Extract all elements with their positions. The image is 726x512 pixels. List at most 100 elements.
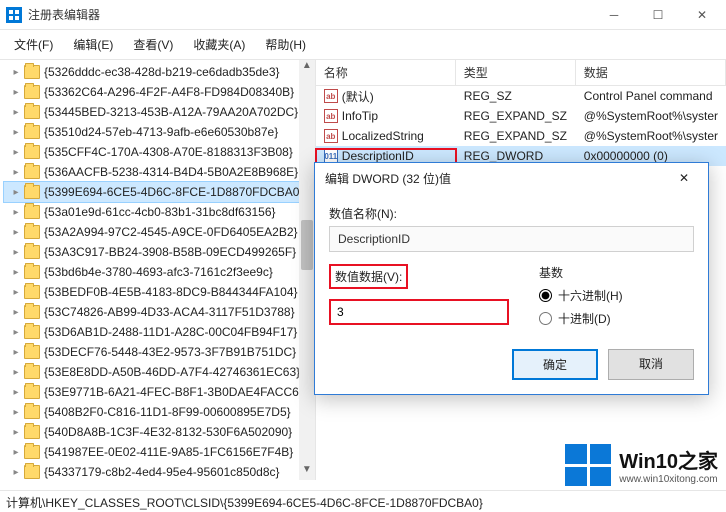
list-row[interactable]: abInfoTipREG_EXPAND_SZ@%SystemRoot%\syst… bbox=[316, 106, 726, 126]
minimize-button[interactable]: ─ bbox=[592, 1, 636, 29]
expander-icon[interactable]: ▸ bbox=[10, 66, 22, 78]
tree-item[interactable]: ▸ {541987EE-0E02-411E-9A85-1FC6156E7F4B} bbox=[4, 442, 315, 462]
tree-item[interactable]: ▸ {53510d24-57eb-4713-9afb-e6e60530b87e} bbox=[4, 122, 315, 142]
tree-item-label: {53362C64-A296-4F2F-A4F8-FD984D08340B} bbox=[44, 85, 294, 99]
folder-icon bbox=[24, 125, 40, 139]
expander-icon[interactable]: ▸ bbox=[10, 126, 22, 138]
value-data-input[interactable] bbox=[329, 299, 509, 325]
tree[interactable]: ▸{5326dddc-ec38-428d-b219-ce6dadb35de3}▸… bbox=[0, 60, 315, 480]
tree-item[interactable]: ▸ {535CFF4C-170A-4308-A70E-8188313F3B08} bbox=[4, 142, 315, 162]
value-name: InfoTip bbox=[342, 109, 378, 123]
tree-item[interactable]: ▸{53C74826-AB99-4D33-ACA4-3117F51D3788} bbox=[4, 302, 315, 322]
dialog-title: 编辑 DWORD (32 位)值 bbox=[325, 170, 664, 187]
scrollbar[interactable]: ▲ ▼ bbox=[299, 60, 315, 480]
tree-item[interactable]: ▸{540D8A8B-1C3F-4E32-8132-530F6A502090} bbox=[4, 422, 315, 442]
tree-item-label: {54337179-c8b2-4ed4-95e4-95601c850d8c} bbox=[44, 465, 280, 479]
scroll-up-icon[interactable]: ▲ bbox=[299, 60, 315, 76]
value-name: DescriptionID bbox=[342, 149, 414, 163]
folder-icon bbox=[24, 385, 40, 399]
expander-icon[interactable]: ▸ bbox=[10, 186, 22, 198]
expander-icon[interactable]: ▸ bbox=[10, 226, 22, 238]
expander-icon[interactable]: ▸ bbox=[10, 346, 22, 358]
tree-item[interactable]: ▸ {53D6AB1D-2488-11D1-A28C-00C04FB94F17} bbox=[4, 322, 315, 342]
radix-hex-option[interactable]: 十六进制(H) bbox=[539, 287, 694, 304]
col-data[interactable]: 数据 bbox=[576, 60, 726, 85]
tree-pane: ▸{5326dddc-ec38-428d-b219-ce6dadb35de3}▸… bbox=[0, 60, 316, 480]
expander-icon[interactable]: ▸ bbox=[10, 106, 22, 118]
tree-item[interactable]: ▸{53bd6b4e-3780-4693-afc3-7161c2f3ee9c} bbox=[4, 262, 315, 282]
col-name[interactable]: 名称 bbox=[316, 60, 456, 85]
expander-icon[interactable]: ▸ bbox=[10, 86, 22, 98]
tree-item-label: {53BEDF0B-4E5B-4183-8DC9-B844344FA104} bbox=[44, 285, 298, 299]
col-type[interactable]: 类型 bbox=[456, 60, 576, 85]
folder-icon bbox=[24, 285, 40, 299]
ok-button[interactable]: 确定 bbox=[512, 349, 598, 380]
tree-item[interactable]: ▸{53DECF76-5448-43E2-9573-3F7B91B751DC} bbox=[4, 342, 315, 362]
expander-icon[interactable]: ▸ bbox=[10, 426, 22, 438]
radix-dec-radio[interactable] bbox=[539, 312, 552, 325]
menu-favorites[interactable]: 收藏夹(A) bbox=[183, 32, 255, 57]
scroll-down-icon[interactable]: ▼ bbox=[299, 464, 315, 480]
expander-icon[interactable]: ▸ bbox=[10, 466, 22, 478]
window-controls: ─ ☐ ✕ bbox=[592, 1, 724, 29]
expander-icon[interactable]: ▸ bbox=[10, 306, 22, 318]
tree-item[interactable]: ▸{53A3C917-BB24-3908-B58B-09ECD499265F} bbox=[4, 242, 315, 262]
tree-item-label: {53510d24-57eb-4713-9afb-e6e60530b87e} bbox=[44, 125, 278, 139]
tree-item[interactable]: ▸ {53BEDF0B-4E5B-4183-8DC9-B844344FA104} bbox=[4, 282, 315, 302]
value-type-icon: ab bbox=[324, 129, 338, 143]
titlebar: 注册表编辑器 ─ ☐ ✕ bbox=[0, 0, 726, 30]
tree-item[interactable]: ▸ {536AACFB-5238-4314-B4D4-5B0A2E8B968E} bbox=[4, 162, 315, 182]
expander-icon[interactable]: ▸ bbox=[10, 146, 22, 158]
scroll-thumb[interactable] bbox=[301, 220, 313, 270]
tree-item[interactable]: ▸{5326dddc-ec38-428d-b219-ce6dadb35de3} bbox=[4, 62, 315, 82]
base-label: 基数 bbox=[539, 264, 694, 281]
expander-icon[interactable]: ▸ bbox=[10, 266, 22, 278]
radix-dec-option[interactable]: 十进制(D) bbox=[539, 310, 694, 327]
expander-icon[interactable]: ▸ bbox=[10, 406, 22, 418]
expander-icon[interactable]: ▸ bbox=[10, 326, 22, 338]
value-type: REG_EXPAND_SZ bbox=[456, 109, 576, 123]
cancel-button[interactable]: 取消 bbox=[608, 349, 694, 380]
radix-hex-radio[interactable] bbox=[539, 289, 552, 302]
folder-icon bbox=[24, 205, 40, 219]
list-body: ab(默认)REG_SZControl Panel command ab InfoT… bbox=[316, 86, 726, 166]
folder-icon bbox=[24, 465, 40, 479]
expander-icon[interactable]: ▸ bbox=[10, 206, 22, 218]
tree-item[interactable]: ▸ {53E8E8DD-A50B-46DD-A7F4-42746361EC63} bbox=[4, 362, 315, 382]
tree-item[interactable]: ▸{53A2A994-97C2-4545-A9CE-0FD6405EA2B2} bbox=[4, 222, 315, 242]
expander-icon[interactable]: ▸ bbox=[10, 386, 22, 398]
menu-help[interactable]: 帮助(H) bbox=[255, 32, 316, 57]
radix-hex-label: 十六进制(H) bbox=[558, 287, 623, 304]
folder-icon bbox=[24, 365, 40, 379]
tree-item[interactable]: ▸ {53E9771B-6A21-4FEC-B8F1-3B0DAE4FACC6} bbox=[4, 382, 315, 402]
tree-item-label: {53D6AB1D-2488-11D1-A28C-00C04FB94F17} bbox=[44, 325, 297, 339]
expander-icon[interactable]: ▸ bbox=[10, 166, 22, 178]
tree-item-label: {53E9771B-6A21-4FEC-B8F1-3B0DAE4FACC6} bbox=[44, 385, 303, 399]
expander-icon[interactable]: ▸ bbox=[10, 286, 22, 298]
tree-item[interactable]: ▸{5408B2F0-C816-11D1-8F99-00600895E7D5} bbox=[4, 402, 315, 422]
tree-item-label: {541987EE-0E02-411E-9A85-1FC6156E7F4B} bbox=[44, 445, 293, 459]
menu-edit[interactable]: 编辑(E) bbox=[63, 32, 123, 57]
tree-item[interactable]: ▸{53445BED-3213-453B-A12A-79AA20A702DC} bbox=[4, 102, 315, 122]
list-row[interactable]: abLocalizedStringREG_EXPAND_SZ@%SystemRo… bbox=[316, 126, 726, 146]
expander-icon[interactable]: ▸ bbox=[10, 366, 22, 378]
tree-item[interactable]: ▸{5399E694-6CE5-4D6C-8FCE-1D8870FDCBA0} bbox=[4, 182, 315, 202]
menu-view[interactable]: 查看(V) bbox=[123, 32, 183, 57]
tree-item-label: {53E8E8DD-A50B-46DD-A7F4-42746361EC63} bbox=[44, 365, 300, 379]
dialog-close-button[interactable]: ✕ bbox=[664, 166, 704, 190]
value-type: REG_DWORD bbox=[456, 149, 576, 163]
expander-icon[interactable]: ▸ bbox=[10, 446, 22, 458]
expander-icon[interactable]: ▸ bbox=[10, 246, 22, 258]
menu-file[interactable]: 文件(F) bbox=[4, 32, 63, 57]
tree-item[interactable]: ▸ {53362C64-A296-4F2F-A4F8-FD984D08340B} bbox=[4, 82, 315, 102]
value-name-label: 数值名称(N): bbox=[329, 205, 694, 222]
tree-item[interactable]: ▸ {54337179-c8b2-4ed4-95e4-95601c850d8c} bbox=[4, 462, 315, 480]
maximize-button[interactable]: ☐ bbox=[636, 1, 680, 29]
list-row[interactable]: ab(默认)REG_SZControl Panel command bbox=[316, 86, 726, 106]
dialog-titlebar[interactable]: 编辑 DWORD (32 位)值 ✕ bbox=[315, 163, 708, 193]
tree-item[interactable]: ▸{53a01e9d-61cc-4cb0-83b1-31bc8df63156} bbox=[4, 202, 315, 222]
tree-item-label: {535CFF4C-170A-4308-A70E-8188313F3B08} bbox=[44, 145, 293, 159]
close-button[interactable]: ✕ bbox=[680, 1, 724, 29]
tree-item-label: {536AACFB-5238-4314-B4D4-5B0A2E8B968E} bbox=[44, 165, 298, 179]
folder-icon bbox=[24, 165, 40, 179]
